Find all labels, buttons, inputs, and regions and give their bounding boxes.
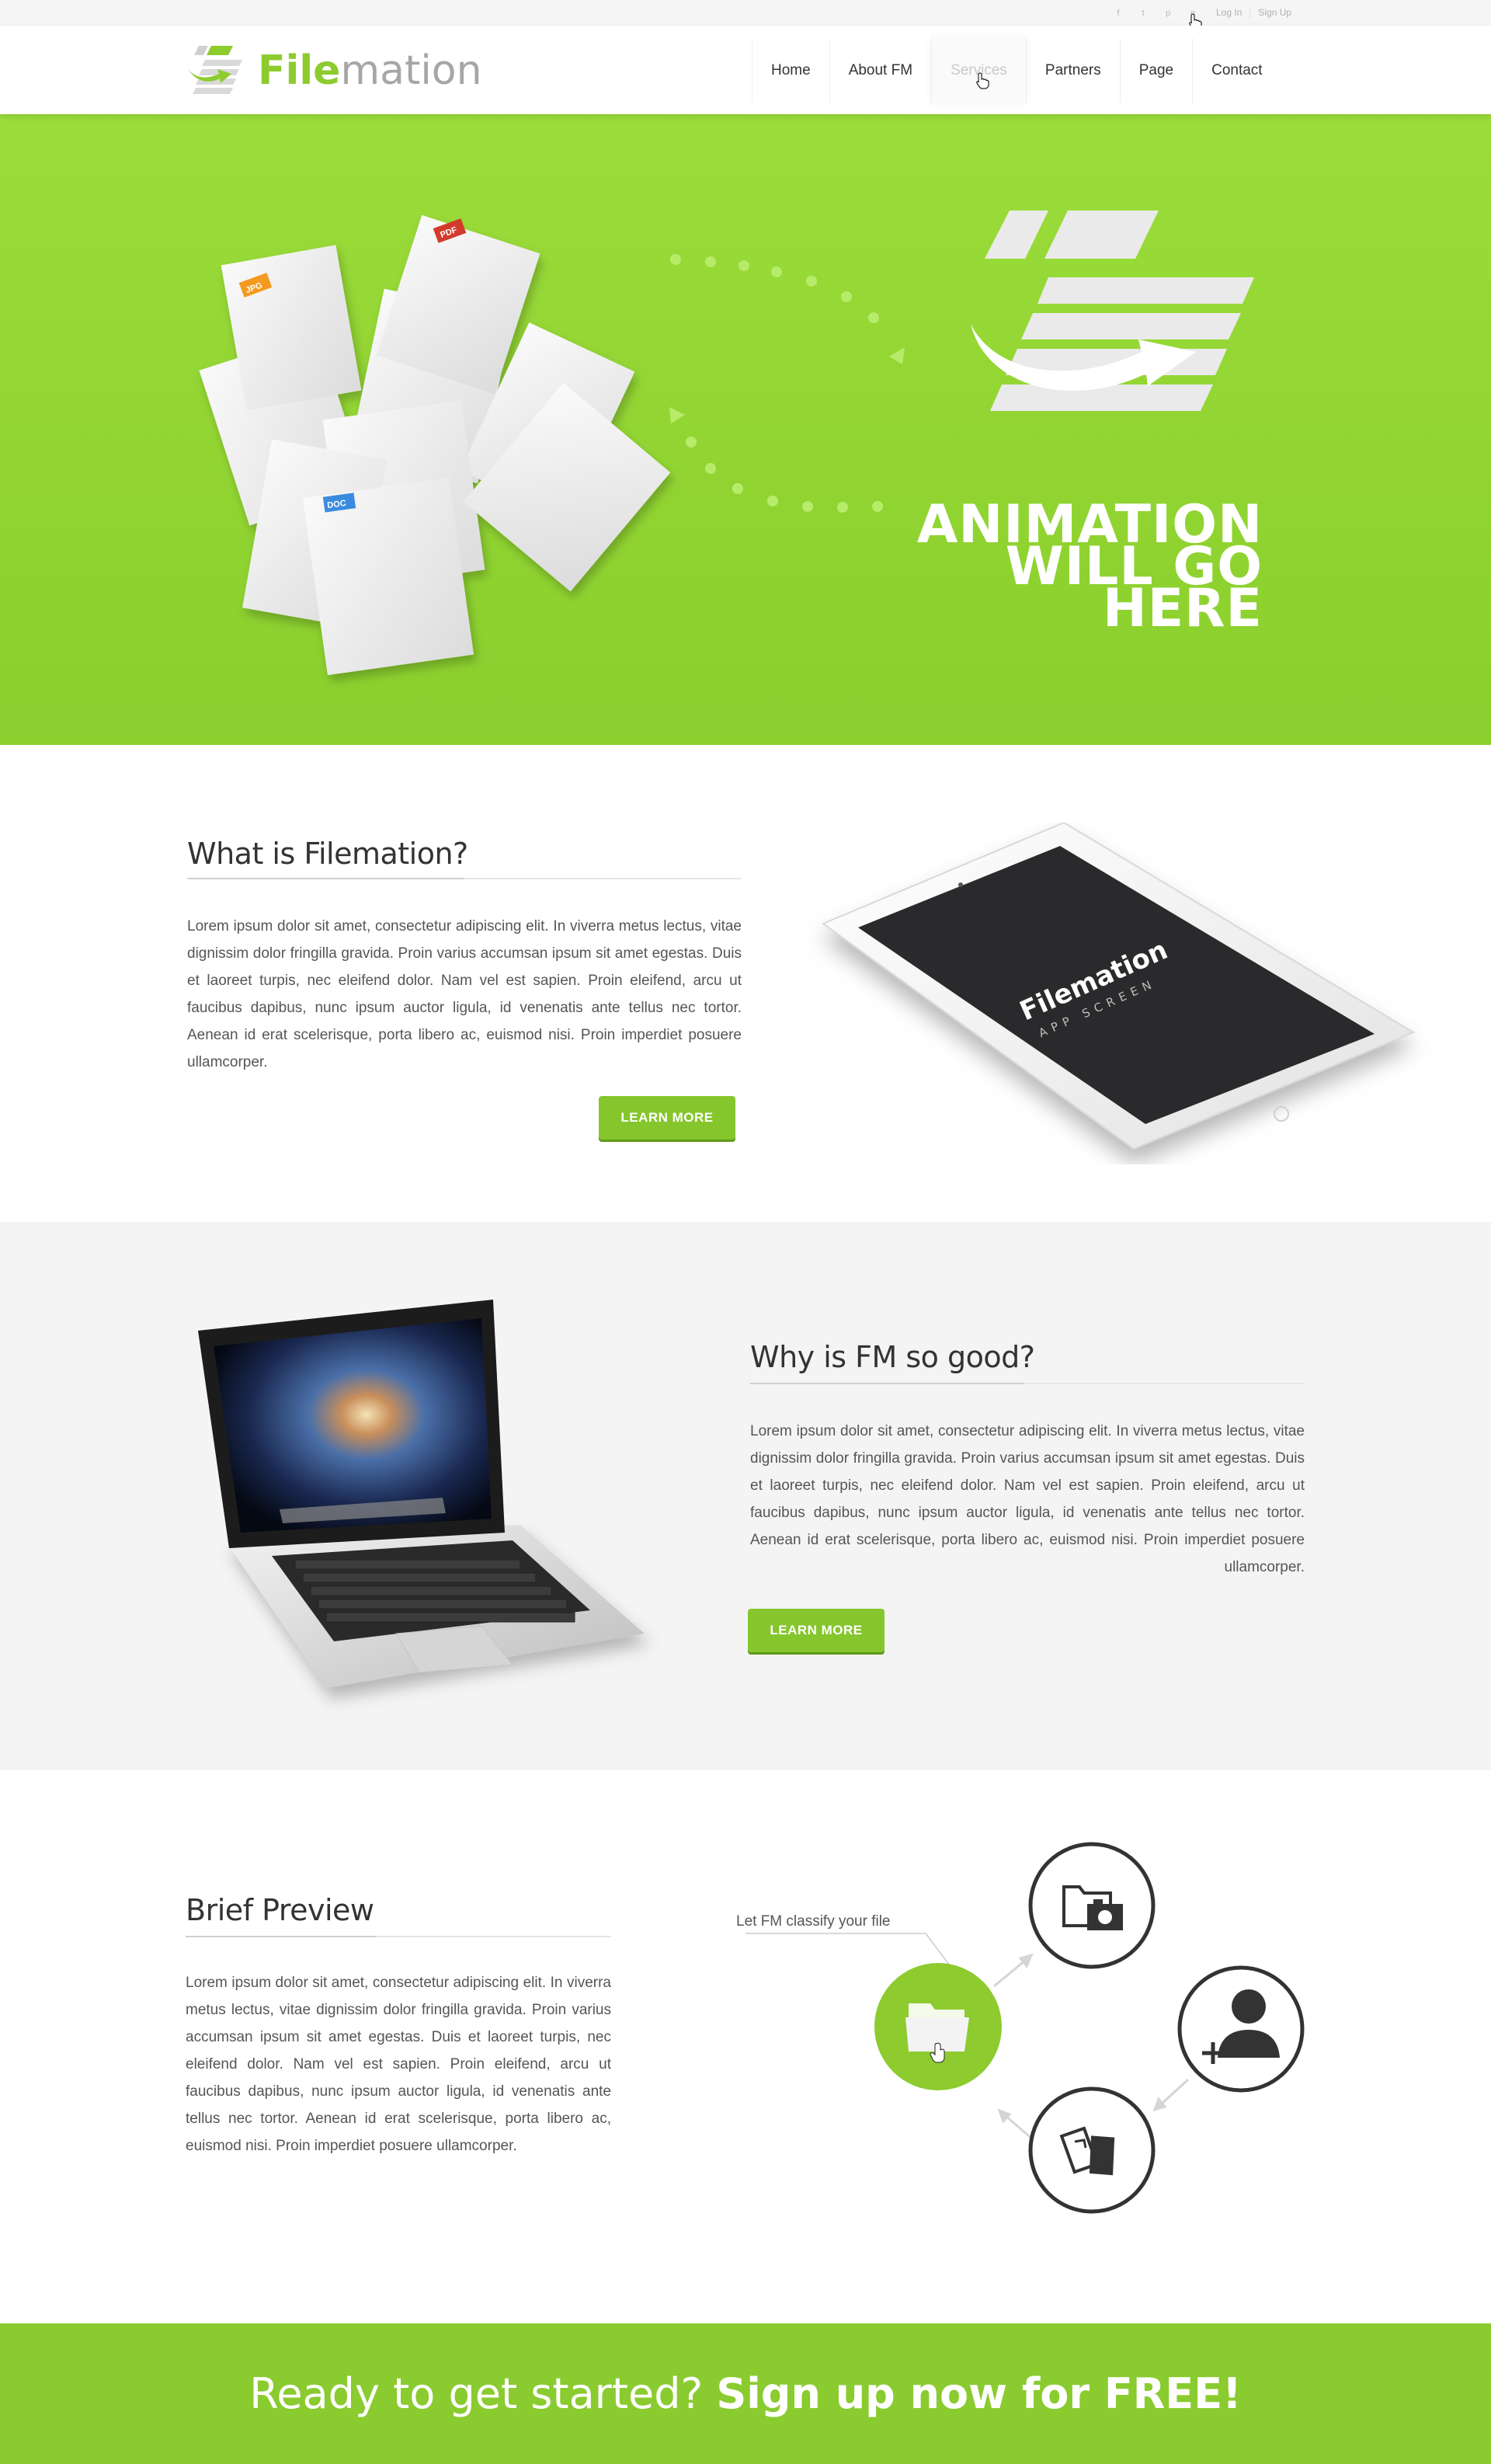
nav-item-page[interactable]: Page (1119, 38, 1192, 103)
section-body: Lorem ipsum dolor sit amet, consectetur … (186, 1975, 611, 2154)
site-header: Filemation Home About FM Services Partne… (0, 26, 1491, 114)
logo-wordmark: Filemation (258, 47, 482, 94)
workflow-diagram: Let FM classify your file (736, 1842, 1305, 2214)
learn-more-button[interactable]: LEARN MORE (748, 1609, 885, 1652)
hand-cursor-icon (976, 72, 989, 89)
section-brief-preview: Brief Preview Lorem ipsum dolor sit amet… (0, 1770, 1491, 2323)
nav-item-home[interactable]: Home (752, 38, 829, 103)
account-links: Log In Sign Up (1208, 6, 1299, 19)
hero-banner: JPG PDF DOC ANIMATION WILL GO HERE (0, 114, 1491, 745)
section-body: Lorem ipsum dolor sit amet, consectetur … (187, 918, 742, 1070)
filemation-logo-icon (186, 46, 242, 94)
section-why-good: Why is FM so good? Lorem ipsum dolor sit… (0, 1222, 1491, 1770)
section-title: Brief Preview (186, 1893, 374, 1927)
title-divider (750, 1383, 1305, 1384)
section-title: Why is FM so good? (750, 1340, 1035, 1374)
cta-banner: Ready to get started? Sign up now for FR… (0, 2323, 1491, 2464)
nav-item-partners[interactable]: Partners (1025, 38, 1120, 103)
hero-headline: ANIMATION WILL GO HERE (916, 494, 1263, 639)
folder-circle-icon (874, 1963, 1002, 2090)
section-body: Lorem ipsum dolor sit amet, consectetur … (750, 1423, 1305, 1575)
facebook-icon[interactable]: f (1112, 7, 1124, 19)
site-logo[interactable]: Filemation (185, 43, 482, 99)
hero-illustration: JPG PDF DOC (199, 211, 1254, 676)
dotted-arrow-bottom (669, 407, 883, 513)
main-nav: Home About FM Services Partners Page Con… (752, 38, 1281, 103)
filemation-hero-logo-icon (971, 211, 1254, 411)
nav-item-contact[interactable]: Contact (1192, 38, 1281, 103)
twitter-icon[interactable]: t (1137, 7, 1149, 19)
section-title: What is Filemation? (187, 837, 468, 871)
dotted-arrow-top (670, 254, 905, 364)
documents-circle-icon (1028, 2086, 1156, 2214)
section-what-is: What is Filemation? Lorem ipsum dolor si… (0, 745, 1491, 1222)
camera-folder-circle-icon (1028, 1842, 1156, 1969)
callout-label: Let FM classify your file (736, 1913, 891, 1930)
pinterest-icon[interactable]: p (1162, 7, 1174, 19)
learn-more-button[interactable]: LEARN MORE (599, 1096, 735, 1140)
title-divider (186, 1936, 611, 1937)
social-links: f t p g (1112, 7, 1199, 19)
title-divider (187, 878, 742, 879)
add-user-circle-icon (1177, 1965, 1305, 2093)
signup-link[interactable]: Sign Up (1249, 6, 1299, 19)
nav-item-services[interactable]: Services (931, 38, 1026, 103)
top-utility-bar: f t p g Log In Sign Up (0, 0, 1491, 30)
nav-item-about[interactable]: About FM (829, 38, 931, 103)
login-link[interactable]: Log In (1208, 6, 1249, 19)
signup-cta-link[interactable]: Ready to get started? Sign up now for FR… (249, 2369, 1241, 2418)
tablet-image: Filemation APP SCREEN (821, 823, 1416, 1150)
laptop-image (198, 1300, 645, 1688)
